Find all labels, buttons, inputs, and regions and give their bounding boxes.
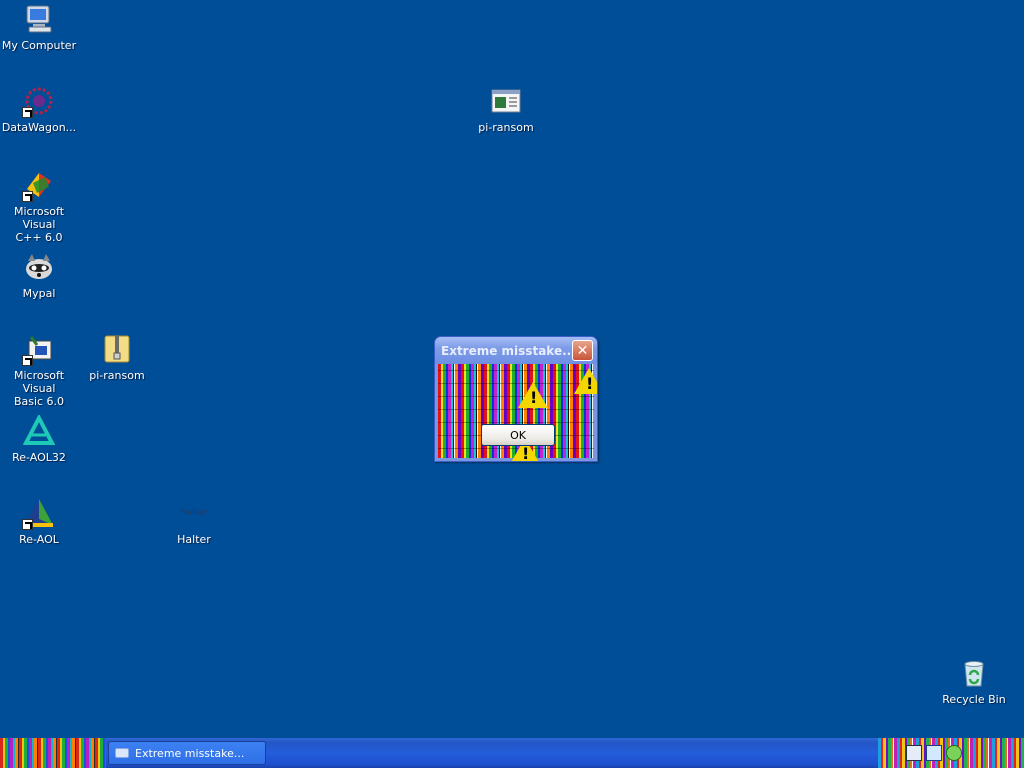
close-icon: ✕ [576,342,589,359]
error-dialog[interactable]: Extreme misstake... ✕ OK [434,336,598,462]
aol-triangle-icon [22,414,56,448]
desktop-icon-label: Re-AOL32 [12,451,66,464]
shortcut-arrow-icon [22,191,33,202]
dialog-titlebar[interactable]: Extreme misstake... ✕ [435,337,597,364]
halter-text-icon: halter [177,496,211,530]
zip-folder-icon [100,332,134,366]
desktop-icon-label: Microsoft Visual Basic 6.0 [13,369,65,408]
desktop-icon-label: Recycle Bin [942,693,1006,706]
recycle-bin-icon [957,656,991,690]
visual-cpp-icon [22,168,56,202]
window-icon [115,748,129,758]
desktop-icon-visual-basic[interactable]: Microsoft Visual Basic 6.0 [0,332,78,408]
recycle-tray-icon[interactable] [946,745,962,761]
desktop-icon-label: Halter [177,533,211,546]
desktop-icon-label: DataWagon... [1,121,77,134]
desktop-icon-recycle-bin[interactable]: Recycle Bin [935,656,1013,706]
visual-basic-icon [22,332,56,366]
desktop-icon-label: Re-AOL [19,533,59,546]
close-button[interactable]: ✕ [572,340,593,361]
desktop-icon-visual-cpp[interactable]: Microsoft Visual C++ 6.0 [0,168,78,244]
ok-button[interactable]: OK [481,424,555,446]
taskbar: Extreme misstake... [0,738,1024,768]
keyboard-icon[interactable] [906,745,922,761]
system-tray [878,738,1024,768]
network-icon[interactable] [926,745,942,761]
taskbar-window-label: Extreme misstake... [135,746,245,760]
desktop-icon-label: My Computer [1,39,77,52]
desktop-icon-label: pi-ransom [89,369,145,382]
mypal-raccoon-icon [22,250,56,284]
desktop-icon-label: pi-ransom [478,121,534,134]
desktop-icon-datawagon[interactable]: DataWagon... [0,84,78,134]
shortcut-arrow-icon [22,107,33,118]
datawagon-icon [22,84,56,118]
desktop-icon-halter[interactable]: halter Halter [155,496,233,546]
dialog-title: Extreme misstake... [441,343,572,358]
desktop-icon-re-aol[interactable]: Re-AOL [0,496,78,546]
start-button[interactable] [0,738,106,768]
shortcut-arrow-icon [22,355,33,366]
desktop-icon-mypal[interactable]: Mypal [0,250,78,300]
desktop-icon-pi-ransom-app[interactable]: pi-ransom [467,84,545,134]
halter-icon-text: halter [180,508,208,518]
aol-pyramid-icon [22,496,56,530]
warning-icon [518,382,548,408]
desktop-icon-label: Mypal [22,287,56,300]
my-computer-icon [22,2,56,36]
shortcut-arrow-icon [22,519,33,530]
dialog-body-glitch-image: OK [438,364,597,461]
application-window-icon [489,84,523,118]
warning-icon [574,368,597,394]
desktop-icon-pi-ransom-zip[interactable]: pi-ransom [78,332,156,382]
desktop-icon-my-computer[interactable]: My Computer [0,2,78,52]
desktop-icon-re-aol32[interactable]: Re-AOL32 [0,414,78,464]
desktop-icon-label: Microsoft Visual C++ 6.0 [13,205,65,244]
taskbar-window-button[interactable]: Extreme misstake... [108,741,266,765]
